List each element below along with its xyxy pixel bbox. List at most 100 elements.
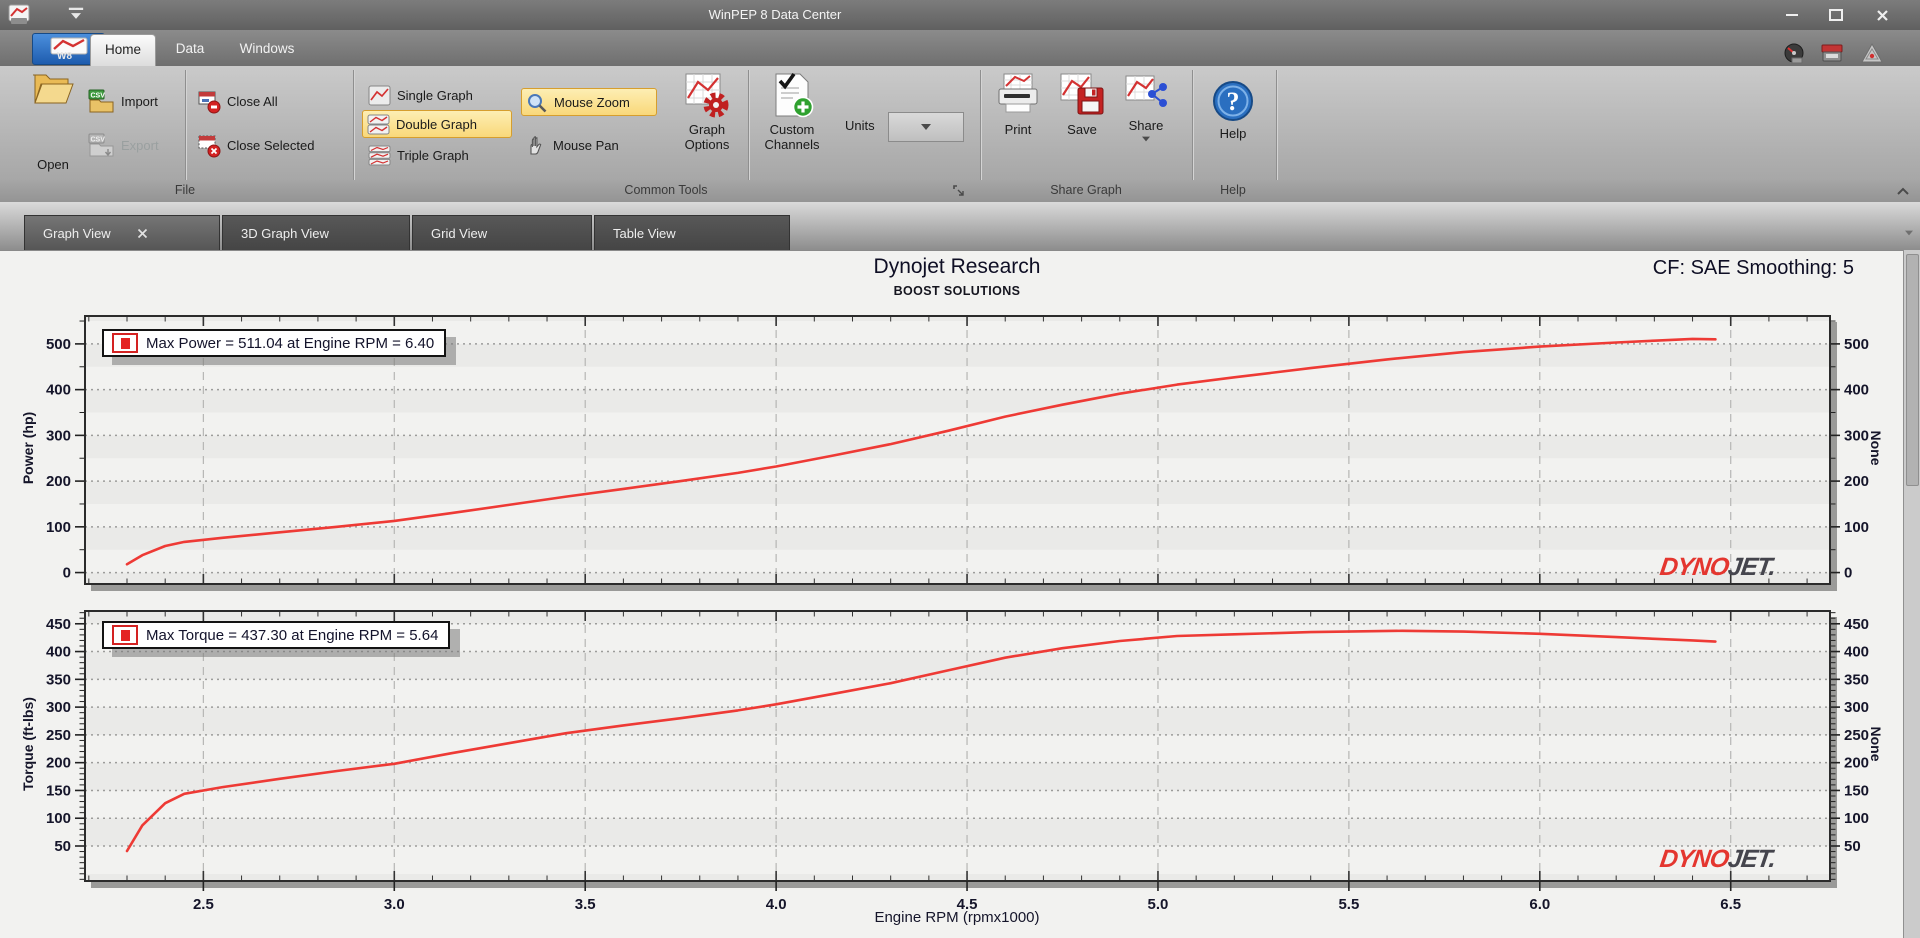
dyno-device-icon[interactable] [1820,42,1844,64]
mouse-pan-button[interactable]: Mouse Pan [525,132,619,158]
winpep-logo-icon: W8 [50,37,87,61]
minimize-button[interactable] [1778,6,1806,24]
triple-graph-icon [368,145,391,165]
maximize-icon [1829,9,1843,21]
tab-list-dropdown-icon[interactable] [1905,230,1913,236]
share-button[interactable]: Share [1118,72,1174,142]
tab-graph-view[interactable]: Graph View [24,215,220,250]
svg-text:250: 250 [46,727,71,744]
power-series-swatch [112,333,138,353]
title-bar: WinPEP 8 Data Center [0,0,1920,30]
save-button[interactable]: Save [1054,72,1110,137]
share-label: Share [1128,118,1164,133]
svg-text:250: 250 [1844,727,1869,744]
dialog-launcher-icon[interactable] [952,184,966,198]
import-button[interactable]: CSV Import [88,88,158,114]
svg-text:350: 350 [46,671,71,688]
units-label: Units [845,118,875,133]
svg-text:300: 300 [46,699,71,716]
gauge-icon[interactable] [1782,42,1806,64]
open-folder-icon [33,74,74,104]
torque-series-swatch [112,625,138,645]
tab-3d-graph-view[interactable]: 3D Graph View [222,215,410,250]
maximize-button[interactable] [1822,6,1850,24]
help-group-label: Help [1220,183,1246,197]
power-legend: Max Power = 511.04 at Engine RPM = 6.40 [102,329,447,357]
svg-text:300: 300 [1844,427,1869,444]
mouse-zoom-icon [528,93,547,112]
single-graph-button[interactable]: Single Graph [368,82,473,108]
svg-text:200: 200 [46,755,71,772]
save-icon [1060,73,1104,115]
tab-windows[interactable]: Windows [225,34,309,66]
file-group-label: File [174,183,196,197]
scrollbar-thumb[interactable] [1906,254,1919,486]
svg-text:450: 450 [46,616,71,633]
graph-options-button[interactable]: Graph Options [676,72,738,153]
svg-text:100: 100 [1844,519,1869,536]
mouse-zoom-button[interactable]: Mouse Zoom [521,88,657,116]
tab-home[interactable]: Home [90,34,156,67]
graph-options-label: Graph Options [684,122,730,153]
custom-channels-button[interactable]: Custom Channels [760,72,824,153]
close-tab-icon[interactable] [137,228,148,239]
svg-text:450: 450 [1844,616,1869,633]
svg-text:200: 200 [46,473,71,490]
power-legend-text: Max Power = 511.04 at Engine RPM = 6.40 [146,334,435,352]
triple-graph-button[interactable]: Triple Graph [368,142,469,168]
single-graph-label: Single Graph [397,87,473,103]
export-button[interactable]: CSV Export [88,132,159,158]
collapse-ribbon-icon[interactable] [1894,185,1912,199]
svg-text:500: 500 [46,336,71,353]
svg-text:50: 50 [54,838,71,855]
tab-grid-view[interactable]: Grid View [412,215,592,250]
close-selected-label: Close Selected [227,137,315,153]
share-graph-group-label: Share Graph [1050,183,1122,197]
print-icon [998,73,1038,113]
ribbon-tab-row: W8 Home Data Windows [0,30,1920,67]
close-selected-icon [198,135,221,157]
dynojet-triangle-icon[interactable] [1860,42,1884,64]
tab-table-view[interactable]: Table View [594,215,790,250]
svg-text:350: 350 [1844,671,1869,688]
svg-text:400: 400 [46,644,71,661]
help-button[interactable]: ? Help [1204,80,1262,141]
mouse-pan-label: Mouse Pan [553,137,619,153]
save-label: Save [1067,122,1097,137]
svg-text:100: 100 [46,810,71,827]
svg-text:200: 200 [1844,755,1869,772]
double-graph-button[interactable]: Double Graph [362,110,512,138]
svg-text:?: ? [1227,87,1240,116]
units-dropdown[interactable] [888,112,964,142]
svg-text:100: 100 [46,519,71,536]
close-all-button[interactable]: Close All [196,88,278,114]
import-label: Import [121,93,158,109]
chevron-down-icon [921,124,931,130]
window-title: WinPEP 8 Data Center [708,7,842,22]
vertical-scrollbar[interactable] [1903,250,1920,938]
rpm-axis-label: Engine RPM (rpmx1000) [874,909,1040,926]
tab-data[interactable]: Data [160,34,220,66]
custom-channels-icon [775,72,814,118]
ribbon: Open CSV Import CSV Export Close All Clo… [0,66,1920,196]
help-icon: ? [1213,81,1253,121]
right-axis-none-label-top: None [1868,430,1884,466]
graph-options-icon [685,73,729,118]
svg-text:150: 150 [1844,782,1869,799]
svg-text:300: 300 [46,427,71,444]
open-label: Open [37,157,69,172]
import-csv-icon: CSV [88,89,114,112]
close-selected-button[interactable]: Close Selected [196,132,314,158]
power-axis-label: Power (hp) [20,411,36,485]
print-button[interactable]: Print [990,72,1046,137]
view-tab-strip: Graph View 3D Graph View Grid View Table… [0,202,1920,250]
close-button[interactable] [1868,6,1896,24]
custom-channels-label: Custom Channels [764,122,820,153]
grid-view-tab-label: Grid View [431,225,488,241]
graph-view-tab-label: Graph View [43,225,111,241]
svg-text:400: 400 [1844,382,1869,399]
mouse-zoom-label: Mouse Zoom [554,94,630,110]
3d-graph-view-tab-label: 3D Graph View [241,225,329,241]
open-button[interactable]: Open [22,70,84,172]
single-graph-icon [368,85,391,105]
